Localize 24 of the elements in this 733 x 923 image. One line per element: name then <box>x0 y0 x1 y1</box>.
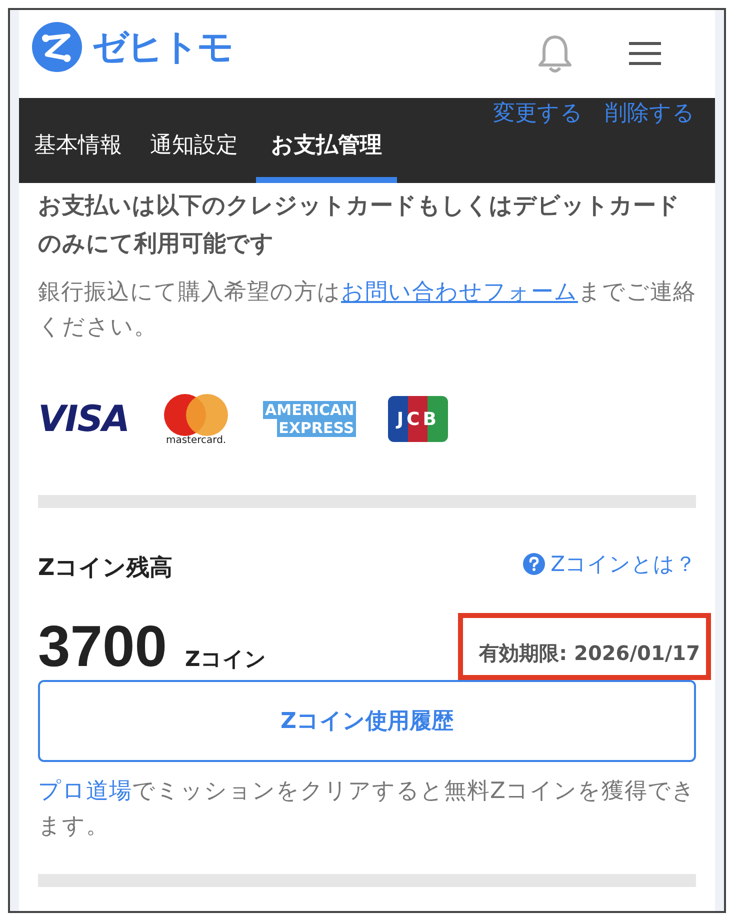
jcb-logo: JCB <box>388 396 448 442</box>
mastercard-logo: mastercard. <box>161 392 232 446</box>
amex-logo: AMERICAN EXPRESS <box>263 401 356 437</box>
pro-dojo-link[interactable]: プロ道場 <box>38 778 132 804</box>
help-link[interactable]: Zコインとは？ <box>522 550 696 578</box>
coin-history-button[interactable]: Zコイン使用履歴 <box>38 680 696 762</box>
tab[interactable]: お支払管理 <box>256 98 397 183</box>
action-link[interactable]: 変更する <box>493 98 583 128</box>
coin-unit: Zコイン <box>185 646 266 673</box>
logo-icon <box>32 22 82 72</box>
coin-balance-title: Zコイン残高 <box>38 554 173 583</box>
bank-transfer-text: 銀行振込にて購入希望の方はお問い合わせフォーム までご連絡ください。 <box>38 278 696 342</box>
help-icon <box>522 552 545 574</box>
tab[interactable]: 基本情報 <box>24 98 132 183</box>
coin-amount: 3700 <box>38 613 168 680</box>
expiry-date: 有効期限: 2026/01/17 <box>458 613 711 680</box>
free-coin-text: プロ道場でミッションをクリアすると無料Zコインを獲得できます。 <box>38 777 696 841</box>
visa-logo: VISA <box>38 398 130 440</box>
contact-form-link[interactable]: お問い合わせフォーム <box>341 279 578 305</box>
menu-icon[interactable] <box>629 42 661 66</box>
tab[interactable]: 通知設定 <box>140 98 248 183</box>
payment-notice: お支払いは以下のクレジットカードもしくはデビットカードのみにて利用可能です <box>38 192 681 259</box>
action-link[interactable]: 削除する <box>605 98 695 128</box>
logo-text[interactable]: ゼヒトモ <box>92 22 232 72</box>
